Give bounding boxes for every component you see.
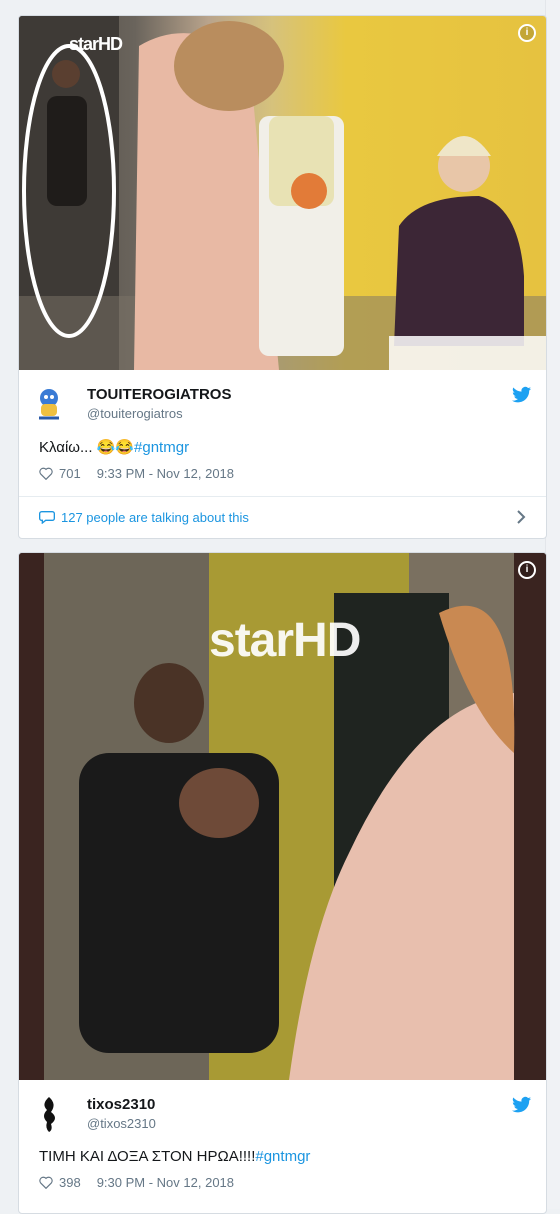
info-icon[interactable]: i <box>518 561 536 579</box>
tweet-1-timestamp[interactable]: 9:33 PM - Nov 12, 2018 <box>97 466 234 481</box>
heart-icon[interactable] <box>39 1176 53 1189</box>
info-icon[interactable]: i <box>518 24 536 42</box>
tweet-1-like-count[interactable]: 701 <box>59 466 81 481</box>
tweet-2-like-count[interactable]: 398 <box>59 1175 81 1190</box>
tweet-card-2: starHD i tixos2310 @tixos2310 ΤΙΜΗ ΚΑΙ Δ… <box>18 552 547 1214</box>
tweet-1-media-logo: starHD <box>69 34 123 54</box>
tweet-1-author[interactable]: TOUITEROGIATROS @touiterogiatros <box>19 370 546 430</box>
tweet-2-timestamp[interactable]: 9:30 PM - Nov 12, 2018 <box>97 1175 234 1190</box>
tweet-1-author-name[interactable]: TOUITEROGIATROS <box>87 386 231 403</box>
tweet-1-hashtag[interactable]: #gntmgr <box>134 439 189 456</box>
tweet-2-author-handle[interactable]: @tixos2310 <box>87 1116 156 1131</box>
tweet-2-author[interactable]: tixos2310 @tixos2310 <box>19 1080 546 1140</box>
tweet-1-meta: 701 9:33 PM - Nov 12, 2018 <box>39 466 530 481</box>
tweet-2-avatar[interactable] <box>31 1094 67 1134</box>
tweet-2-hashtag[interactable]: #gntmgr <box>255 1148 310 1165</box>
tweet-1-avatar[interactable] <box>31 384 67 424</box>
tweet-1-text-main: Κλαίω... 😂😂 <box>39 439 135 456</box>
heart-icon[interactable] <box>39 467 53 480</box>
tweet-card-1: starHD i TOUITEROGIATROS @touiterogiatro… <box>18 15 547 539</box>
tweet-2-media-logo: starHD <box>209 614 361 667</box>
twitter-bird-icon[interactable] <box>512 386 532 404</box>
tweet-2-media[interactable]: starHD i <box>19 553 546 1080</box>
tweet-1-talking-text[interactable]: 127 people are talking about this <box>61 510 249 525</box>
tweet-1-divider <box>19 496 546 497</box>
page-scrollbar[interactable] <box>545 0 560 1209</box>
chevron-right-icon[interactable] <box>516 498 526 536</box>
tweet-2-meta: 398 9:30 PM - Nov 12, 2018 <box>39 1175 530 1190</box>
tweet-1-text: Κλαίω... 😂😂#gntmgr <box>39 438 530 456</box>
tweet-1-author-handle[interactable]: @touiterogiatros <box>87 406 183 421</box>
chat-bubble-icon <box>39 511 55 524</box>
tweet-1-talking-link[interactable]: 127 people are talking about this <box>39 498 526 536</box>
tweet-2-author-name[interactable]: tixos2310 <box>87 1096 155 1113</box>
tweet-2-text: ΤΙΜΗ ΚΑΙ ΔΟΞΑ ΣΤΟΝ ΗΡΩΑ!!!!#gntmgr <box>39 1148 530 1165</box>
tweet-1-media[interactable]: starHD i <box>19 16 546 370</box>
tweet-2-text-main: ΤΙΜΗ ΚΑΙ ΔΟΞΑ ΣΤΟΝ ΗΡΩΑ!!!! <box>39 1148 256 1165</box>
tweet-1-media-scene <box>19 16 546 370</box>
twitter-bird-icon[interactable] <box>512 1096 532 1114</box>
